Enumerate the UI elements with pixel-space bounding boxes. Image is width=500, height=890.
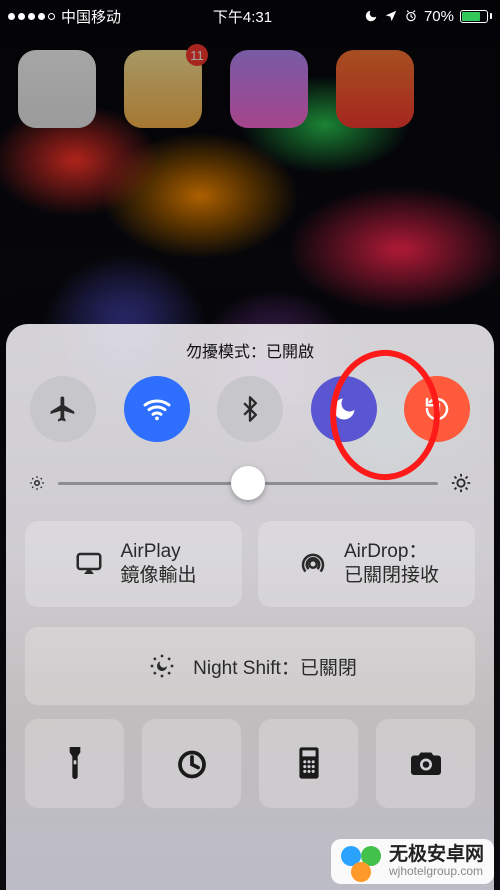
rotation-lock-icon [422,394,452,424]
wifi-toggle[interactable] [124,376,190,442]
wifi-icon [141,393,173,425]
watermark-logo-icon [341,846,381,878]
bluetooth-toggle[interactable] [217,376,283,442]
camera-icon [407,748,445,778]
clock-label: 下午4:31 [213,6,272,27]
cc-status-caption: 勿擾模式：已開啟 [24,338,476,362]
battery-percent-label: 70% [424,8,454,25]
timer-button[interactable] [141,718,242,809]
airdrop-icon [294,549,332,579]
airdrop-title: AirDrop： [344,540,439,564]
brightness-thumb[interactable] [231,466,265,500]
location-status-icon [384,9,398,23]
night-shift-icon [143,651,181,681]
flashlight-icon [59,744,91,782]
carrier-label: 中国移动 [61,6,121,27]
brightness-low-icon [28,474,46,492]
airplay-title: AirPlay [120,540,196,564]
calculator-button[interactable] [258,718,359,809]
alarm-status-icon [404,9,418,23]
bluetooth-icon [236,395,264,423]
watermark-title: 无极安卓网 [389,845,484,865]
airplane-icon [48,394,78,424]
signal-strength-icon [8,13,55,20]
flashlight-button[interactable] [24,718,125,809]
calculator-icon [294,745,324,781]
airplay-subtitle: 鏡像輸出 [120,564,196,588]
watermark: 无极安卓网 wjhotelgroup.com [331,839,494,884]
moon-icon [330,395,358,423]
brightness-slider[interactable] [58,482,438,485]
airdrop-subtitle: 已關閉接收 [344,564,439,588]
night-shift-label: Night Shift：已關閉 [193,653,357,680]
camera-button[interactable] [375,718,476,809]
airplay-icon [70,549,108,579]
dnd-toggle[interactable] [311,376,377,442]
status-bar: 中国移动 下午4:31 70% [0,0,500,32]
airdrop-button[interactable]: AirDrop： 已關閉接收 [257,520,476,608]
airplane-toggle[interactable] [30,376,96,442]
rotation-lock-toggle[interactable] [404,376,470,442]
battery-icon [460,10,492,23]
airplay-button[interactable]: AirPlay 鏡像輸出 [24,520,243,608]
dnd-status-icon [364,9,378,23]
control-center-panel: 勿擾模式：已開啟 [6,324,494,890]
timer-icon [174,745,210,781]
watermark-url: wjhotelgroup.com [389,865,484,878]
brightness-high-icon [450,472,472,494]
night-shift-button[interactable]: Night Shift：已關閉 [24,626,476,706]
